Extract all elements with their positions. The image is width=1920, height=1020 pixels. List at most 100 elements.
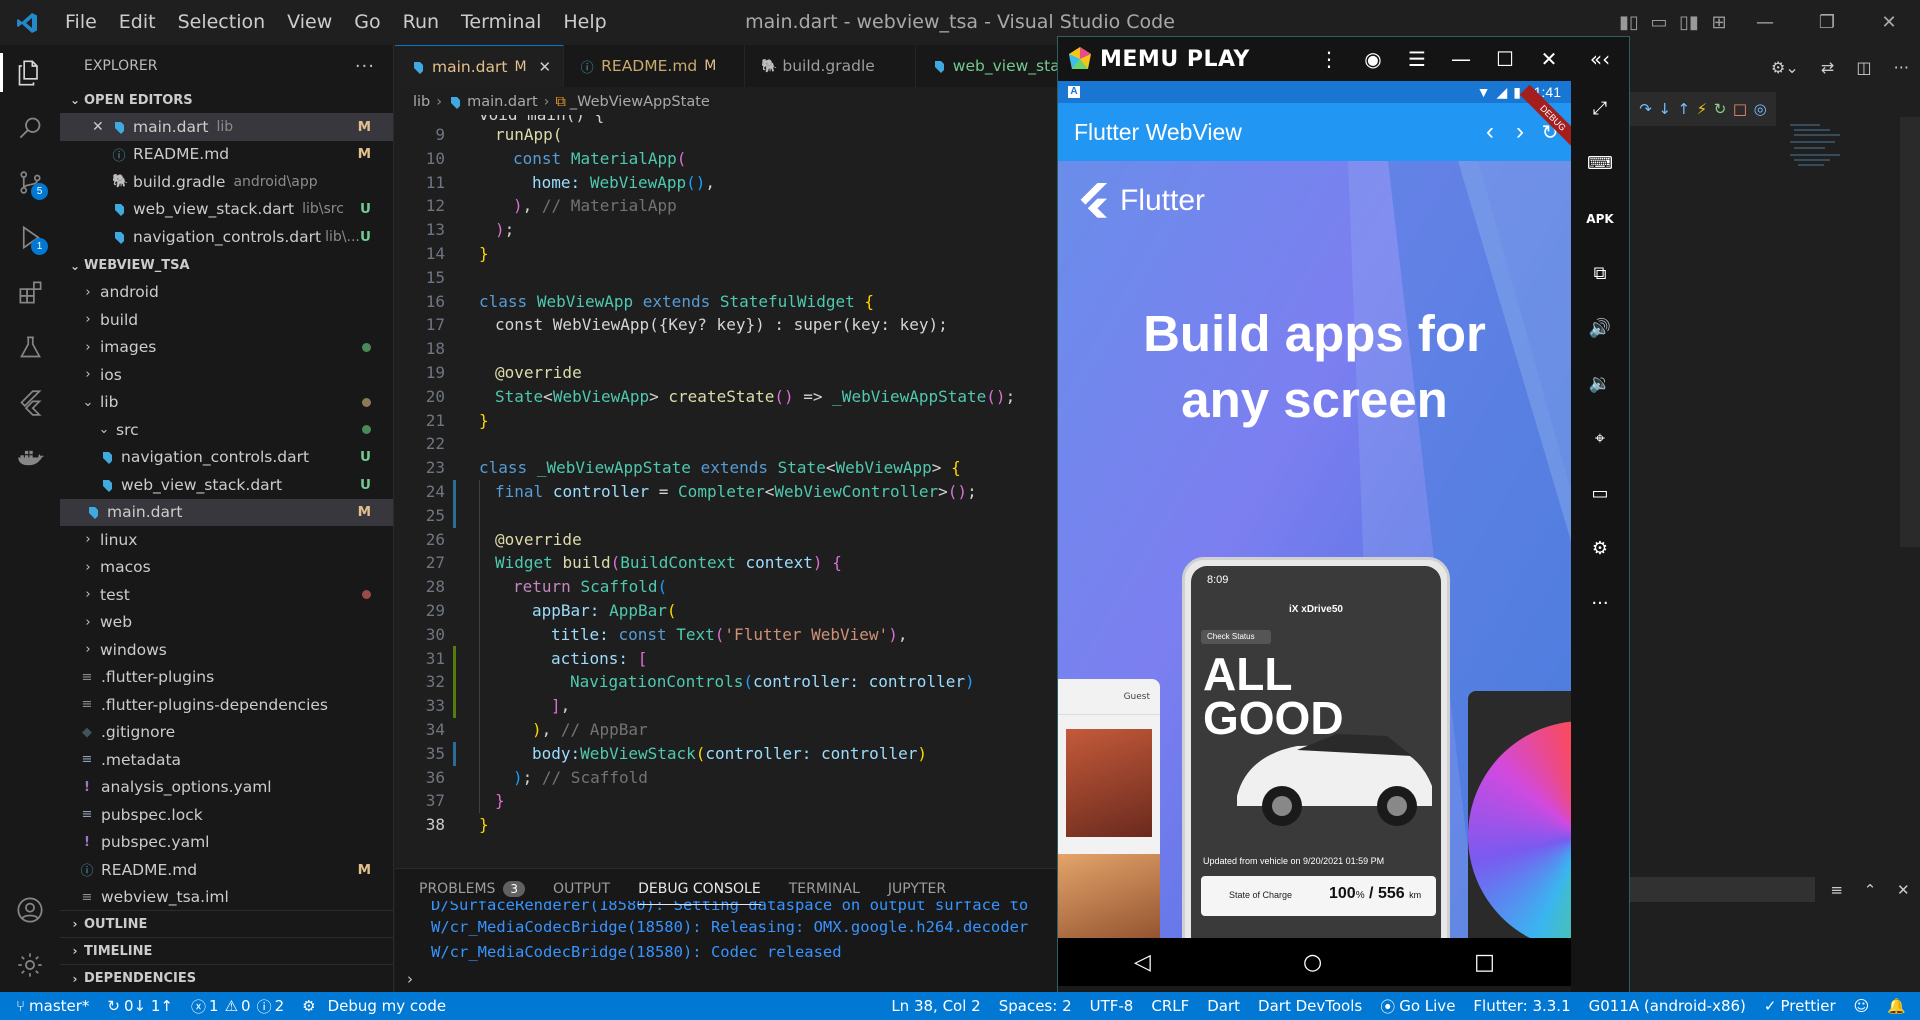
- open-editor-main-dart[interactable]: ✕ main.dart lib M: [60, 113, 393, 141]
- customize-layout-icon[interactable]: ⊞: [1704, 0, 1734, 45]
- debug-target-icon[interactable]: ⚙⌄: [1771, 58, 1799, 77]
- open-editors-header[interactable]: ⌄ OPEN EDITORS: [60, 87, 393, 113]
- flutter-logo[interactable]: Flutter: [1080, 183, 1205, 219]
- menu-help[interactable]: Help: [552, 0, 617, 45]
- dart-devtools[interactable]: Dart DevTools: [1249, 992, 1371, 1020]
- hot-reload-icon[interactable]: ⚡: [1697, 100, 1708, 118]
- forward-arrow-icon[interactable]: ›: [1505, 118, 1535, 146]
- testing-icon[interactable]: [0, 320, 60, 375]
- target-device[interactable]: G011A (android-x86): [1580, 992, 1755, 1020]
- code-editor[interactable]: void main() { 9runApp( 10const MaterialA…: [395, 115, 1060, 865]
- folder-ios[interactable]: › ios: [60, 361, 393, 389]
- debug-config[interactable]: ⚙ Debug my code: [293, 992, 455, 1020]
- file-metadata[interactable]: ≡ .metadata: [60, 746, 393, 774]
- volume-down-icon[interactable]: 🔉: [1571, 356, 1629, 411]
- volume-up-icon[interactable]: 🔊: [1571, 301, 1629, 356]
- file-gitignore[interactable]: ◆ .gitignore: [60, 719, 393, 747]
- folder-src[interactable]: ⌄ src: [60, 416, 393, 444]
- dependencies-header[interactable]: › DEPENDENCIES: [60, 964, 393, 992]
- manage-gear-icon[interactable]: [0, 937, 60, 992]
- step-out-icon[interactable]: ↑: [1678, 100, 1691, 118]
- webview-content[interactable]: Flutter Build apps for any screen Guest …: [1058, 161, 1571, 938]
- tab-problems[interactable]: PROBLEMS 3: [419, 869, 526, 909]
- file-main-dart[interactable]: main.dart M: [60, 498, 393, 526]
- back-arrow-icon[interactable]: ‹: [1475, 118, 1505, 146]
- close-panel-icon[interactable]: ✕: [1897, 881, 1910, 899]
- memu-close-button[interactable]: ✕: [1527, 47, 1571, 71]
- folder-windows[interactable]: › windows: [60, 636, 393, 664]
- toggle-secondary-sidebar-icon[interactable]: ▯▮: [1674, 0, 1704, 45]
- tab-build-gradle[interactable]: 🐘 build.gradle: [745, 45, 916, 87]
- git-branch[interactable]: ⑂ master*: [0, 992, 98, 1020]
- extensions-icon[interactable]: [0, 265, 60, 320]
- more-actions-icon[interactable]: ···: [355, 56, 375, 77]
- minimize-button[interactable]: —: [1734, 0, 1796, 45]
- file-iml[interactable]: ≡ webview_tsa.iml: [60, 884, 393, 912]
- compare-changes-icon[interactable]: ⇄: [1821, 58, 1834, 77]
- memu-maximize-button[interactable]: ☐: [1483, 47, 1527, 71]
- indentation[interactable]: Spaces: 2: [990, 992, 1081, 1020]
- line-ending[interactable]: CRLF: [1142, 992, 1198, 1020]
- split-editor-icon[interactable]: ◫: [1856, 58, 1871, 77]
- console-filter-input[interactable]: [1630, 877, 1815, 902]
- tab-output[interactable]: OUTPUT: [553, 869, 610, 909]
- flutter-version[interactable]: Flutter: 3.3.1: [1464, 992, 1579, 1020]
- git-sync[interactable]: ↻ 0↓ 1↑: [98, 992, 182, 1020]
- prettier[interactable]: ✓ Prettier: [1755, 992, 1845, 1020]
- multi-instance-icon[interactable]: ⧉: [1571, 246, 1629, 301]
- file-pubspec-lock[interactable]: ≡ pubspec.lock: [60, 801, 393, 829]
- menu-terminal[interactable]: Terminal: [450, 0, 552, 45]
- folder-lib[interactable]: ⌄ lib: [60, 389, 393, 417]
- file-flutter-plugins[interactable]: ≡ .flutter-plugins: [60, 664, 393, 692]
- devtools-icon[interactable]: ◎: [1754, 100, 1767, 118]
- memu-account-icon[interactable]: ◉: [1351, 47, 1395, 71]
- cursor-position[interactable]: Ln 38, Col 2: [882, 992, 989, 1020]
- problems-summary[interactable]: ⓧ 1 ⚠ 0 ⓘ 2: [182, 992, 293, 1020]
- docker-icon[interactable]: [0, 430, 60, 485]
- more-actions-icon[interactable]: ···: [1894, 58, 1909, 77]
- folder-android[interactable]: › android: [60, 279, 393, 307]
- file-web-view-stack[interactable]: web_view_stack.dart U: [60, 471, 393, 499]
- breadcrumb-folder[interactable]: lib: [413, 94, 430, 110]
- nav-home-icon[interactable]: ○: [1303, 950, 1322, 975]
- memu-minimize-button[interactable]: —: [1439, 47, 1483, 71]
- close-tab-icon[interactable]: ✕: [539, 58, 552, 76]
- more-dots-icon[interactable]: ···: [1571, 576, 1629, 631]
- encoding[interactable]: UTF-8: [1081, 992, 1143, 1020]
- maximize-panel-icon[interactable]: ⌃: [1864, 881, 1877, 899]
- fullscreen-icon[interactable]: ⤢: [1571, 81, 1629, 136]
- search-icon[interactable]: [0, 100, 60, 155]
- tab-web-view-stack[interactable]: web_view_stack: [916, 45, 1060, 87]
- minimap[interactable]: [1780, 120, 1860, 220]
- accounts-icon[interactable]: [0, 882, 60, 937]
- menu-view[interactable]: View: [276, 0, 343, 45]
- file-navigation-controls[interactable]: navigation_controls.dart U: [60, 444, 393, 472]
- folder-linux[interactable]: › linux: [60, 526, 393, 554]
- folder-test[interactable]: › test: [60, 581, 393, 609]
- menu-file[interactable]: File: [54, 0, 108, 45]
- stop-icon[interactable]: □: [1733, 100, 1747, 118]
- source-control-icon[interactable]: 5: [0, 155, 60, 210]
- menu-selection[interactable]: Selection: [167, 0, 277, 45]
- workspace-header[interactable]: ⌄ WEBVIEW_TSA: [60, 253, 393, 279]
- language-mode[interactable]: Dart: [1198, 992, 1249, 1020]
- folder-images[interactable]: › images: [60, 334, 393, 362]
- go-live[interactable]: ⦿ Go Live: [1371, 992, 1464, 1020]
- nav-recents-icon[interactable]: □: [1474, 950, 1495, 975]
- memu-menu-icon[interactable]: ☰: [1395, 47, 1439, 71]
- folder-macos[interactable]: › macos: [60, 554, 393, 582]
- step-into-icon[interactable]: ↓: [1658, 100, 1671, 118]
- menu-edit[interactable]: Edit: [108, 0, 167, 45]
- editor-scrollbar[interactable]: [1900, 117, 1920, 547]
- nav-back-icon[interactable]: ◁: [1134, 950, 1151, 975]
- file-flutter-plugins-dependencies[interactable]: ≡ .flutter-plugins-dependencies: [60, 691, 393, 719]
- close-window-button[interactable]: ✕: [1858, 0, 1920, 45]
- open-editor-web-view-stack[interactable]: web_view_stack.dart lib\src U: [60, 196, 393, 224]
- apk-icon[interactable]: APK: [1571, 191, 1629, 246]
- android-screen[interactable]: A ▼ ◢ ▮ 11:41 Flutter WebView ‹ › ↻ DEBU…: [1058, 81, 1571, 986]
- file-analysis-options[interactable]: ! analysis_options.yaml: [60, 774, 393, 802]
- feedback-icon[interactable]: ☺: [1845, 992, 1879, 1020]
- step-over-icon[interactable]: ↷: [1639, 100, 1652, 118]
- tab-readme[interactable]: ⓘ README.md M: [564, 45, 746, 87]
- restore-button[interactable]: ❐: [1796, 0, 1858, 45]
